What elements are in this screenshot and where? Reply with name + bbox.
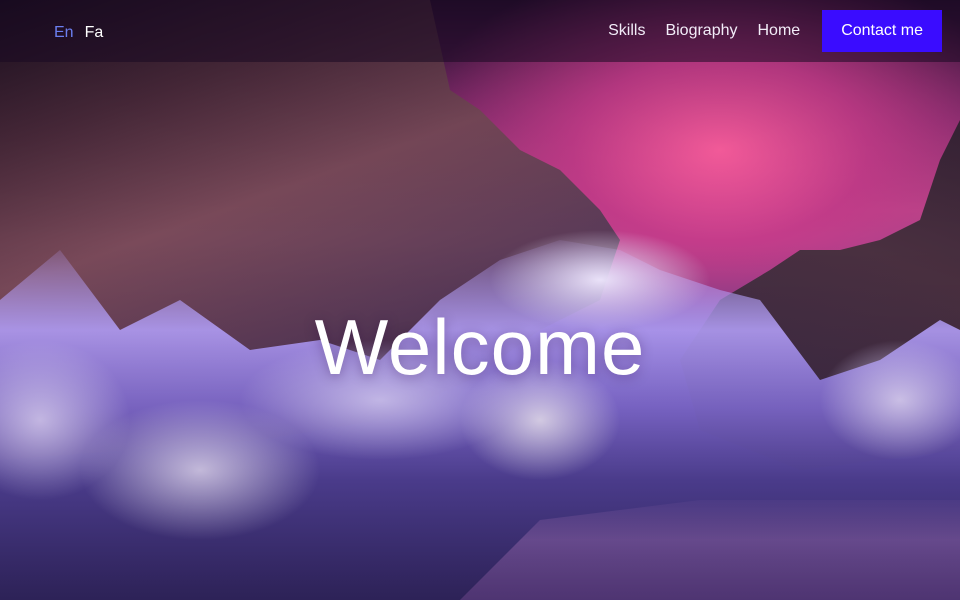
hero-heading: Welcome [314,303,646,391]
navbar: En Fa Skills Biography Home Contact me [0,0,960,62]
nav-links: Skills Biography Home Contact me [608,10,942,52]
hero-section: En Fa Skills Biography Home Contact me W… [0,0,960,600]
language-fa[interactable]: Fa [85,24,104,42]
nav-link-skills[interactable]: Skills [608,22,645,40]
language-switcher: En Fa [54,24,103,42]
background-shade [0,0,960,600]
nav-link-biography[interactable]: Biography [665,22,737,40]
nav-link-home[interactable]: Home [758,22,801,40]
contact-me-button[interactable]: Contact me [822,10,942,52]
language-en[interactable]: En [54,24,74,42]
